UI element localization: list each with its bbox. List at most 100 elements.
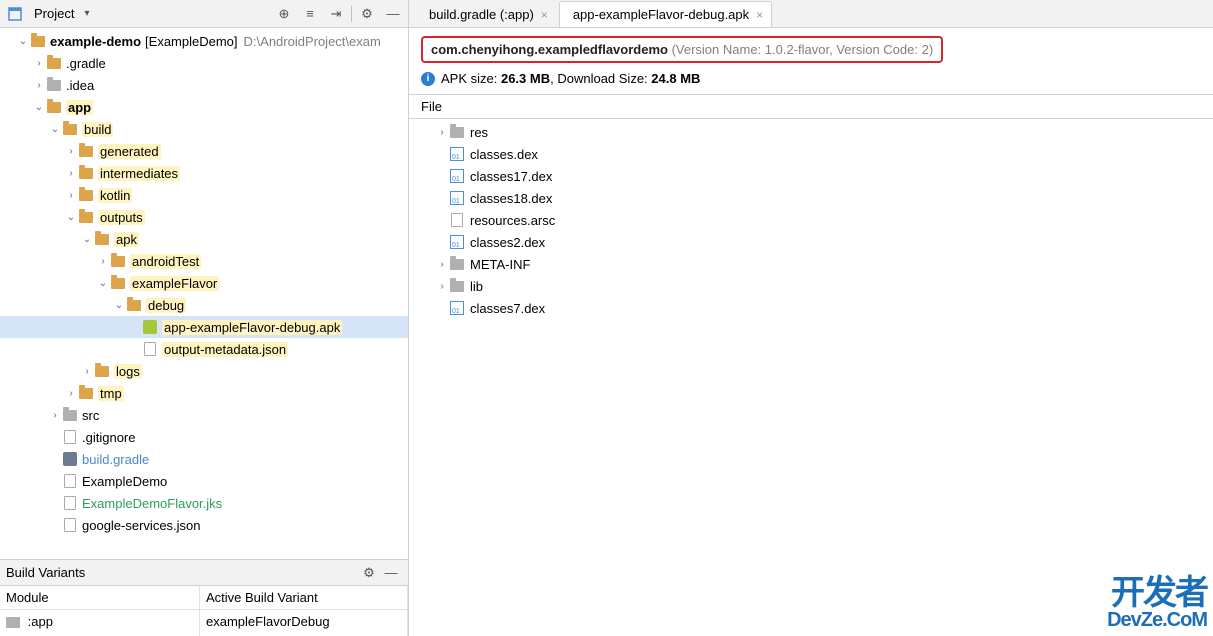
tree-row[interactable]: ›tmp [0,382,408,404]
tree-row[interactable]: output-metadata.json [0,338,408,360]
gear-icon[interactable]: ⚙ [356,3,378,25]
file-row[interactable]: classes18.dex [409,187,1213,209]
bv-row-variant[interactable]: exampleFlavorDebug [200,610,408,636]
file-label: classes18.dex [470,191,552,206]
chevron-icon[interactable]: › [64,146,78,157]
tree-row[interactable]: ›.gradle [0,52,408,74]
tree-row[interactable]: › androidTest [0,250,408,272]
project-toolbar: Project ▾ ⊕ ≡ ⇥ ⚙ — [0,0,408,28]
package-name: com.chenyihong.exampledflavordemo [431,42,668,57]
close-icon[interactable]: × [541,8,548,22]
tree-row[interactable]: app-exampleFlavor-debug.apk [0,316,408,338]
editor-pane: build.gradle (:app)×app-exampleFlavor-de… [409,0,1213,636]
tree-row[interactable]: ⌄ outputs [0,206,408,228]
tree-row[interactable]: ⌄app [0,96,408,118]
file-row[interactable]: classes7.dex [409,297,1213,319]
file-row[interactable]: ›META-INF [409,253,1213,275]
file-row[interactable]: resources.arsc [409,209,1213,231]
chevron-icon[interactable]: ⌄ [96,278,110,289]
tree-label: ExampleDemo [82,474,167,489]
bv-row-module[interactable]: :app [0,610,200,636]
chevron-icon[interactable]: › [96,256,110,267]
folder-icon [78,187,94,203]
tree-row[interactable]: ›intermediates [0,162,408,184]
file-row[interactable]: ›lib [409,275,1213,297]
chevron-icon[interactable]: ⌄ [64,212,78,223]
tree-label: app-exampleFlavor-debug.apk [162,320,342,335]
tree-row[interactable]: ⌄debug [0,294,408,316]
tree-label: logs [114,364,142,379]
editor-tab[interactable]: app-exampleFlavor-debug.apk × [559,1,772,27]
project-dropdown[interactable]: ▾ [84,8,89,19]
file-icon [62,495,78,511]
chevron-icon[interactable]: › [435,281,449,292]
collapse-icon[interactable]: ⇥ [325,3,347,25]
editor-tab[interactable]: build.gradle (:app)× [415,1,557,27]
chevron-icon[interactable]: › [32,80,46,91]
tree-row[interactable]: build.gradle [0,448,408,470]
tree-label: apk [114,232,139,247]
chevron-icon[interactable]: › [64,168,78,179]
build-variants-header: Build Variants ⚙ — [0,559,408,585]
info-icon: i [421,72,435,86]
tree-row[interactable]: ›generated [0,140,408,162]
folder-icon [94,363,110,379]
close-icon[interactable]: × [756,8,763,22]
tree-row[interactable]: ›kotlin [0,184,408,206]
tree-label: androidTest [130,254,201,269]
tree-row[interactable]: ⌄ exampleFlavor [0,272,408,294]
chevron-icon[interactable]: ⌄ [48,124,62,135]
chevron-icon[interactable]: › [32,58,46,69]
chevron-icon[interactable]: › [435,259,449,270]
tree-label: outputs [98,210,145,225]
chevron-icon[interactable]: › [80,366,94,377]
expand-icon[interactable]: ≡ [299,3,321,25]
locate-icon[interactable]: ⊕ [273,3,295,25]
chevron-icon[interactable]: ⌄ [16,36,30,47]
chevron-icon[interactable]: ⌄ [32,102,46,113]
tree-row[interactable]: ⌄ apk [0,228,408,250]
tree-row[interactable]: .gitignore [0,426,408,448]
file-row[interactable]: classes2.dex [409,231,1213,253]
tree-row[interactable]: › logs [0,360,408,382]
hide-icon[interactable]: — [382,3,404,25]
apk-file-list[interactable]: ›resclasses.dex classes17.dex classes18.de… [409,119,1213,321]
package-info-highlight: com.chenyihong.exampledflavordemo (Versi… [421,36,943,63]
tree-row[interactable]: ›.idea [0,74,408,96]
chevron-icon[interactable]: › [64,190,78,201]
chevron-icon[interactable]: ⌄ [112,300,126,311]
tab-label: app-exampleFlavor-debug.apk [573,7,749,22]
tree-row[interactable]: ExampleDemo [0,470,408,492]
tree-row[interactable]: ⌄ build [0,118,408,140]
tree-label: build [82,122,113,137]
folder-icon [110,275,126,291]
project-pane: Project ▾ ⊕ ≡ ⇥ ⚙ — ⌄example-demo[Exampl… [0,0,409,636]
tree-row[interactable]: ExampleDemoFlavor.jks [0,492,408,514]
project-title[interactable]: Project [34,6,74,21]
bv-gear-icon[interactable]: ⚙ [358,562,380,584]
folder-icon [449,124,465,140]
tree-label: exampleFlavor [130,276,219,291]
chevron-icon[interactable]: ⌄ [80,234,94,245]
tree-label: google-services.json [82,518,201,533]
tree-label: example-demo [50,34,141,49]
project-tree[interactable]: ⌄example-demo[ExampleDemo]D:\AndroidProj… [0,28,408,559]
chevron-icon[interactable]: › [435,127,449,138]
file-row[interactable]: classes17.dex [409,165,1213,187]
file-row[interactable]: ›res [409,121,1213,143]
chevron-icon[interactable]: › [64,388,78,399]
tree-label: ExampleDemoFlavor.jks [82,496,222,511]
tree-row[interactable]: ⌄example-demo[ExampleDemo]D:\AndroidProj… [0,30,408,52]
file-icon [62,517,78,533]
apk-icon [142,319,158,335]
file-icon [62,473,78,489]
folder-icon [62,121,78,137]
file-label: classes17.dex [470,169,552,184]
bv-hide-icon[interactable]: — [380,562,402,584]
file-row[interactable]: classes.dex [409,143,1213,165]
file-icon [62,429,78,445]
tree-row[interactable]: google-services.json [0,514,408,536]
chevron-icon[interactable]: › [48,410,62,421]
folder-icon [78,143,94,159]
tree-row[interactable]: ›src [0,404,408,426]
